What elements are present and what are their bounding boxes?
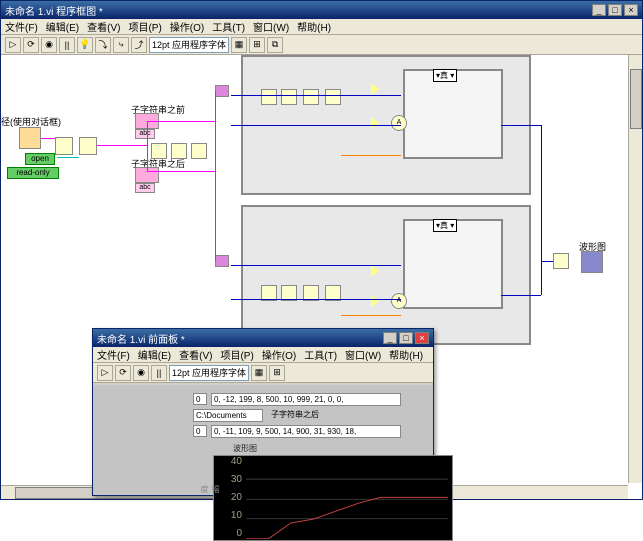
and-node-lower[interactable]: A	[391, 293, 407, 309]
fp-close-button[interactable]: ×	[415, 332, 429, 344]
ytick-40: 40	[214, 456, 242, 467]
fp-menu-file[interactable]: 文件(F)	[97, 347, 130, 362]
fp-menubar: 文件(F) 编辑(E) 查看(V) 项目(P) 操作(O) 工具(T) 窗口(W…	[93, 347, 433, 363]
pause-button[interactable]: ||	[59, 37, 75, 53]
reorder-button[interactable]: ⧉	[267, 37, 283, 53]
file-open-node[interactable]	[55, 137, 73, 155]
ytick-10: 10	[214, 510, 242, 521]
menu-edit[interactable]: 编辑(E)	[46, 19, 79, 34]
match-pattern-node[interactable]	[151, 143, 167, 159]
mid-label: 子字符串之后	[271, 409, 319, 420]
fp-body: 0 0, -12, 199, 8, 500, 10, 999, 21, 0, 0…	[93, 385, 433, 495]
run-button[interactable]: ▷	[5, 37, 21, 53]
build-waveform-node[interactable]	[553, 253, 569, 269]
fp-run-button[interactable]: ▷	[97, 365, 113, 381]
menu-project[interactable]: 项目(P)	[128, 19, 161, 34]
fp-distribute-button[interactable]: ⊞	[269, 365, 285, 381]
fp-menu-view[interactable]: 查看(V)	[179, 347, 212, 362]
chart-yaxis: 40 30 20 10 0	[214, 456, 244, 540]
maximize-button[interactable]: □	[608, 4, 622, 16]
index-spinner-1[interactable]: 0	[193, 393, 207, 405]
abc-const-1: abc	[135, 129, 155, 139]
align-button[interactable]: ▦	[231, 37, 247, 53]
menu-window[interactable]: 窗口(W)	[253, 19, 289, 34]
fp-menu-help[interactable]: 帮助(H)	[389, 347, 423, 362]
fp-menu-edit[interactable]: 编辑(E)	[138, 347, 171, 362]
fp-maximize-button[interactable]: □	[399, 332, 413, 344]
main-toolbar: ▷ ⟳ ◉ || 💡 ⤵ ⤷ ⤴ 12pt 应用程序字体 ▦ ⊞ ⧉	[1, 35, 642, 55]
waveform-chart[interactable]: 40 30 20 10 0	[213, 455, 453, 541]
file-read-node[interactable]	[79, 137, 97, 155]
readonly-const[interactable]: read-only	[7, 167, 59, 179]
run-continuous-button[interactable]: ⟳	[23, 37, 39, 53]
fp-run-cont-button[interactable]: ⟳	[115, 365, 131, 381]
scan-node-3[interactable]	[303, 89, 319, 105]
step-out-button[interactable]: ⤴	[131, 37, 147, 53]
while-loop-lower[interactable]: ▾真 ▾	[241, 205, 531, 345]
compare-greater-upper[interactable]	[371, 83, 379, 95]
fp-toolbar: ▷ ⟳ ◉ || 12pt 应用程序字体 ▦ ⊞	[93, 363, 433, 383]
abort-button[interactable]: ◉	[41, 37, 57, 53]
vertical-scrollbar[interactable]	[628, 55, 642, 483]
fp-menu-operate[interactable]: 操作(O)	[262, 347, 296, 362]
build-array-lower[interactable]	[215, 255, 229, 267]
scan-node-2[interactable]	[281, 89, 297, 105]
fp-abort-button[interactable]: ◉	[133, 365, 149, 381]
distribute-button[interactable]: ⊞	[249, 37, 265, 53]
case-selector-lower[interactable]: ▾真 ▾	[433, 219, 457, 232]
highlight-button[interactable]: 💡	[77, 37, 93, 53]
font-selector[interactable]: 12pt 应用程序字体	[149, 37, 229, 53]
chart-ylabel: 幅度	[199, 485, 221, 495]
index-spinner-2[interactable]: 0	[193, 425, 207, 437]
ytick-30: 30	[214, 474, 242, 485]
compare-less-lower[interactable]	[371, 295, 379, 307]
menu-help[interactable]: 帮助(H)	[297, 19, 331, 34]
fp-menu-window[interactable]: 窗口(W)	[345, 347, 381, 362]
main-title: 未命名 1.vi 程序框图 *	[5, 3, 590, 18]
compare-less-upper[interactable]	[371, 117, 379, 129]
step-into-button[interactable]: ⤵	[95, 37, 111, 53]
fp-pause-button[interactable]: ||	[151, 365, 167, 381]
menu-file[interactable]: 文件(F)	[5, 19, 38, 34]
fp-menu-project[interactable]: 项目(P)	[220, 347, 253, 362]
fp-menu-tools[interactable]: 工具(T)	[304, 347, 337, 362]
scan-node-1[interactable]	[261, 89, 277, 105]
path-display[interactable]: C:\Documents	[193, 409, 263, 422]
array-display-1[interactable]: 0, -12, 199, 8, 500, 10, 999, 21, 0, 0,	[211, 393, 401, 406]
and-node-upper[interactable]: A	[391, 115, 407, 131]
case-structure-upper[interactable]: ▾真 ▾	[403, 69, 503, 159]
minimize-button[interactable]: _	[592, 4, 606, 16]
string-split-node[interactable]	[171, 143, 187, 159]
abc-const-2: abc	[135, 183, 155, 193]
fp-titlebar[interactable]: 未命名 1.vi 前面板 * _ □ ×	[93, 329, 433, 347]
index-array-1[interactable]	[325, 89, 341, 105]
chart-title: 波形图	[233, 443, 257, 454]
fp-font-selector[interactable]: 12pt 应用程序字体	[169, 365, 249, 381]
waveform-indicator[interactable]	[581, 251, 603, 273]
main-menubar: 文件(F) 编辑(E) 查看(V) 项目(P) 操作(O) 工具(T) 窗口(W…	[1, 19, 642, 35]
case-selector-upper[interactable]: ▾真 ▾	[433, 69, 457, 82]
menu-view[interactable]: 查看(V)	[87, 19, 120, 34]
fp-title: 未命名 1.vi 前面板 *	[97, 331, 381, 346]
menu-operate[interactable]: 操作(O)	[170, 19, 204, 34]
path-control-icon[interactable]	[19, 127, 41, 149]
ytick-0: 0	[214, 528, 242, 539]
close-file-node[interactable]	[191, 143, 207, 159]
build-array-upper[interactable]	[215, 85, 229, 97]
open-const[interactable]: open	[25, 153, 55, 165]
fp-minimize-button[interactable]: _	[383, 332, 397, 344]
fp-align-button[interactable]: ▦	[251, 365, 267, 381]
menu-tools[interactable]: 工具(T)	[212, 19, 245, 34]
front-panel-window[interactable]: 未命名 1.vi 前面板 * _ □ × 文件(F) 编辑(E) 查看(V) 项…	[92, 328, 434, 496]
close-button[interactable]: ×	[624, 4, 638, 16]
main-titlebar[interactable]: 未命名 1.vi 程序框图 * _ □ ×	[1, 1, 642, 19]
step-over-button[interactable]: ⤷	[113, 37, 129, 53]
case-structure-lower[interactable]: ▾真 ▾	[403, 219, 503, 309]
chart-svg	[246, 460, 448, 539]
array-display-2[interactable]: 0, -11, 109, 9, 500, 14, 900, 31, 930, 1…	[211, 425, 401, 438]
compare-greater-lower[interactable]	[371, 265, 379, 277]
